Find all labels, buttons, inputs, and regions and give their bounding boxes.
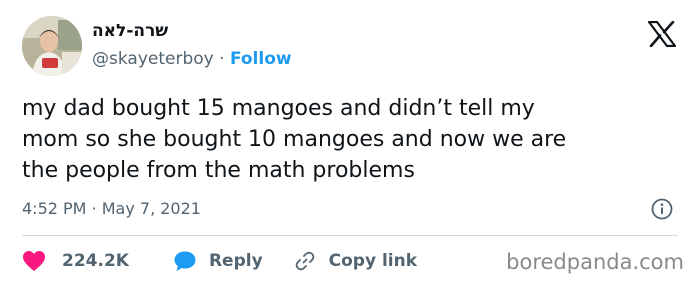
tweet-line: my dad bought 15 mangoes and didn’t tell…	[22, 96, 535, 121]
display-name[interactable]: שרה-לאה	[92, 19, 168, 43]
handle-row: @skayeterboy · Follow	[92, 47, 292, 71]
tweet-card: שרה-לאה @skayeterboy · Follow my dad bou…	[0, 0, 700, 287]
separator-dot: ·	[219, 49, 225, 69]
speech-bubble-icon	[174, 251, 196, 271]
handle[interactable]: @skayeterboy	[92, 49, 214, 69]
copy-link-label: Copy link	[328, 251, 418, 271]
timestamp[interactable]: 4:52 PM · May 7, 2021	[22, 197, 201, 221]
divider	[22, 235, 678, 236]
action-bar: 224.2K Reply Copy link	[22, 248, 417, 274]
x-logo-icon[interactable]	[647, 20, 677, 48]
follow-button[interactable]: Follow	[230, 49, 292, 69]
copy-link-button[interactable]: Copy link	[293, 249, 417, 273]
heart-icon	[23, 251, 45, 271]
avatar-photo	[22, 16, 82, 76]
tweet-text: my dad bought 15 mangoes and didn’t tell…	[22, 93, 672, 186]
like-button[interactable]: 224.2K	[22, 250, 129, 272]
info-icon[interactable]	[650, 197, 674, 221]
tweet-line: the people from the math problems	[22, 158, 415, 183]
tweet-line: mom so she bought 10 mangoes and now we …	[22, 127, 567, 152]
like-count: 224.2K	[62, 251, 129, 271]
reply-label: Reply	[208, 251, 263, 271]
reply-button[interactable]: Reply	[173, 250, 263, 272]
avatar[interactable]	[22, 16, 82, 76]
link-icon	[295, 251, 314, 271]
watermark: boredpanda.com	[506, 250, 684, 274]
